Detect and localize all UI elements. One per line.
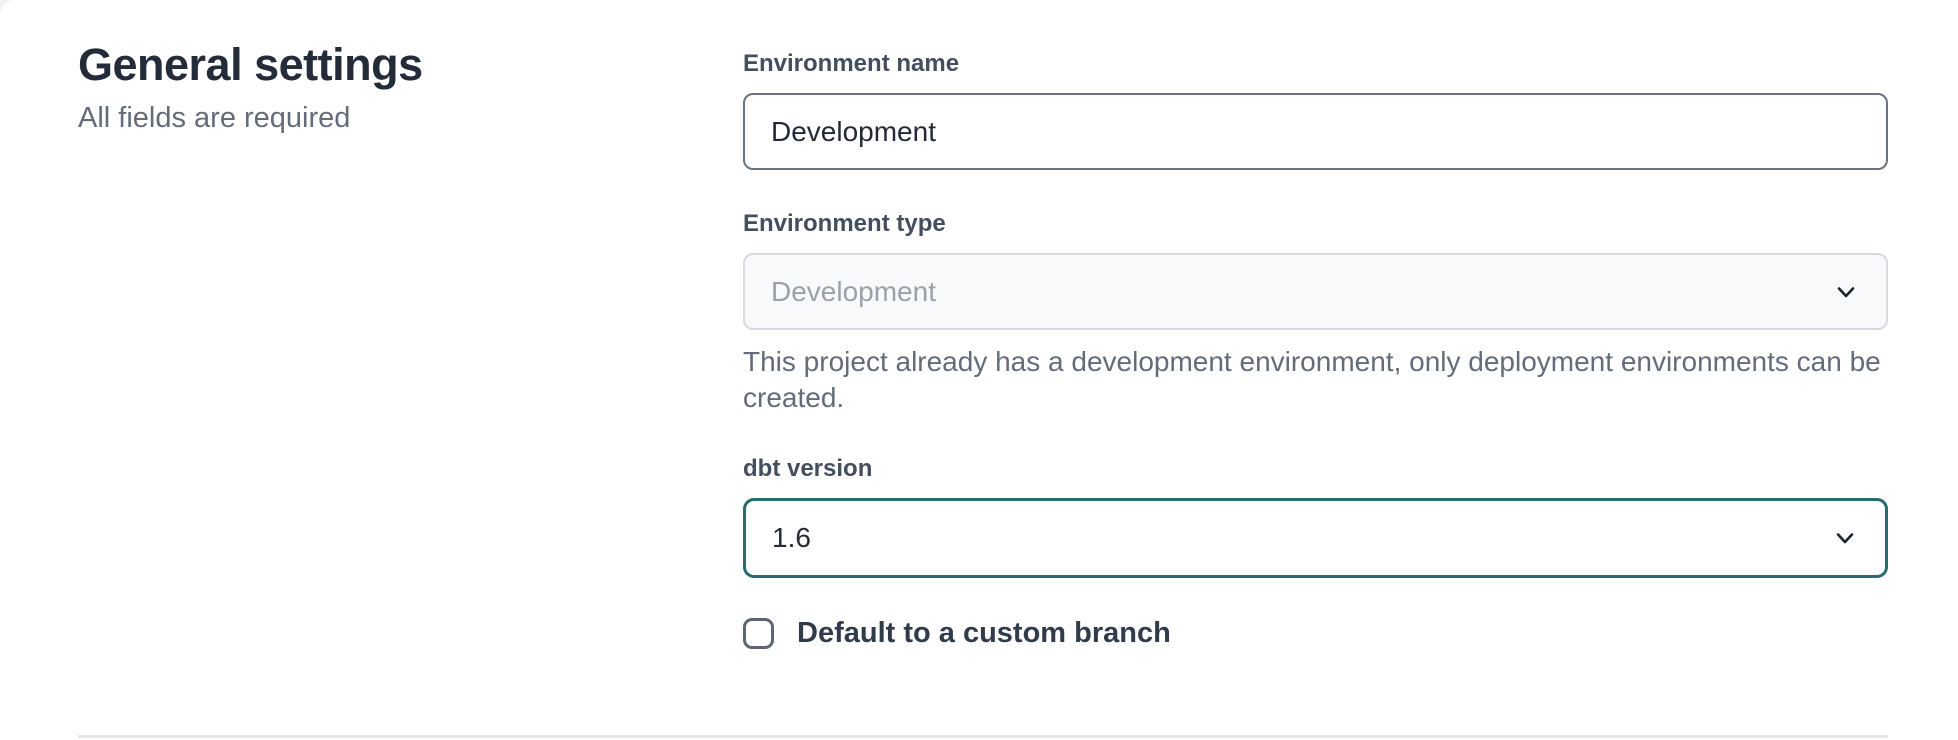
- custom-branch-row: Default to a custom branch: [743, 616, 1888, 650]
- page-title: General settings: [78, 38, 678, 92]
- chevron-down-icon: [1832, 278, 1860, 306]
- dbt-version-value: 1.6: [772, 522, 811, 554]
- environment-name-group: Environment name: [743, 50, 1888, 170]
- environment-name-label: Environment name: [743, 50, 1888, 78]
- section-divider: [78, 735, 1888, 738]
- general-settings-form: Environment name Environment type Develo…: [743, 50, 1888, 650]
- environment-type-label: Environment type: [743, 210, 1888, 238]
- environment-type-select: Development: [743, 253, 1888, 330]
- dbt-version-group: dbt version 1.6: [743, 455, 1888, 578]
- environment-type-group: Environment type Development This projec…: [743, 210, 1888, 416]
- dbt-version-label: dbt version: [743, 455, 1888, 483]
- page-subtitle: All fields are required: [78, 101, 678, 135]
- environment-type-value: Development: [771, 276, 936, 308]
- custom-branch-checkbox[interactable]: [743, 618, 774, 649]
- dbt-version-select[interactable]: 1.6: [743, 498, 1888, 578]
- chevron-down-icon: [1831, 524, 1859, 552]
- environment-name-input[interactable]: [743, 93, 1888, 170]
- settings-header-section: General settings All fields are required: [78, 38, 678, 135]
- custom-branch-label[interactable]: Default to a custom branch: [797, 616, 1171, 650]
- environment-type-helper-text: This project already has a development e…: [743, 344, 1888, 416]
